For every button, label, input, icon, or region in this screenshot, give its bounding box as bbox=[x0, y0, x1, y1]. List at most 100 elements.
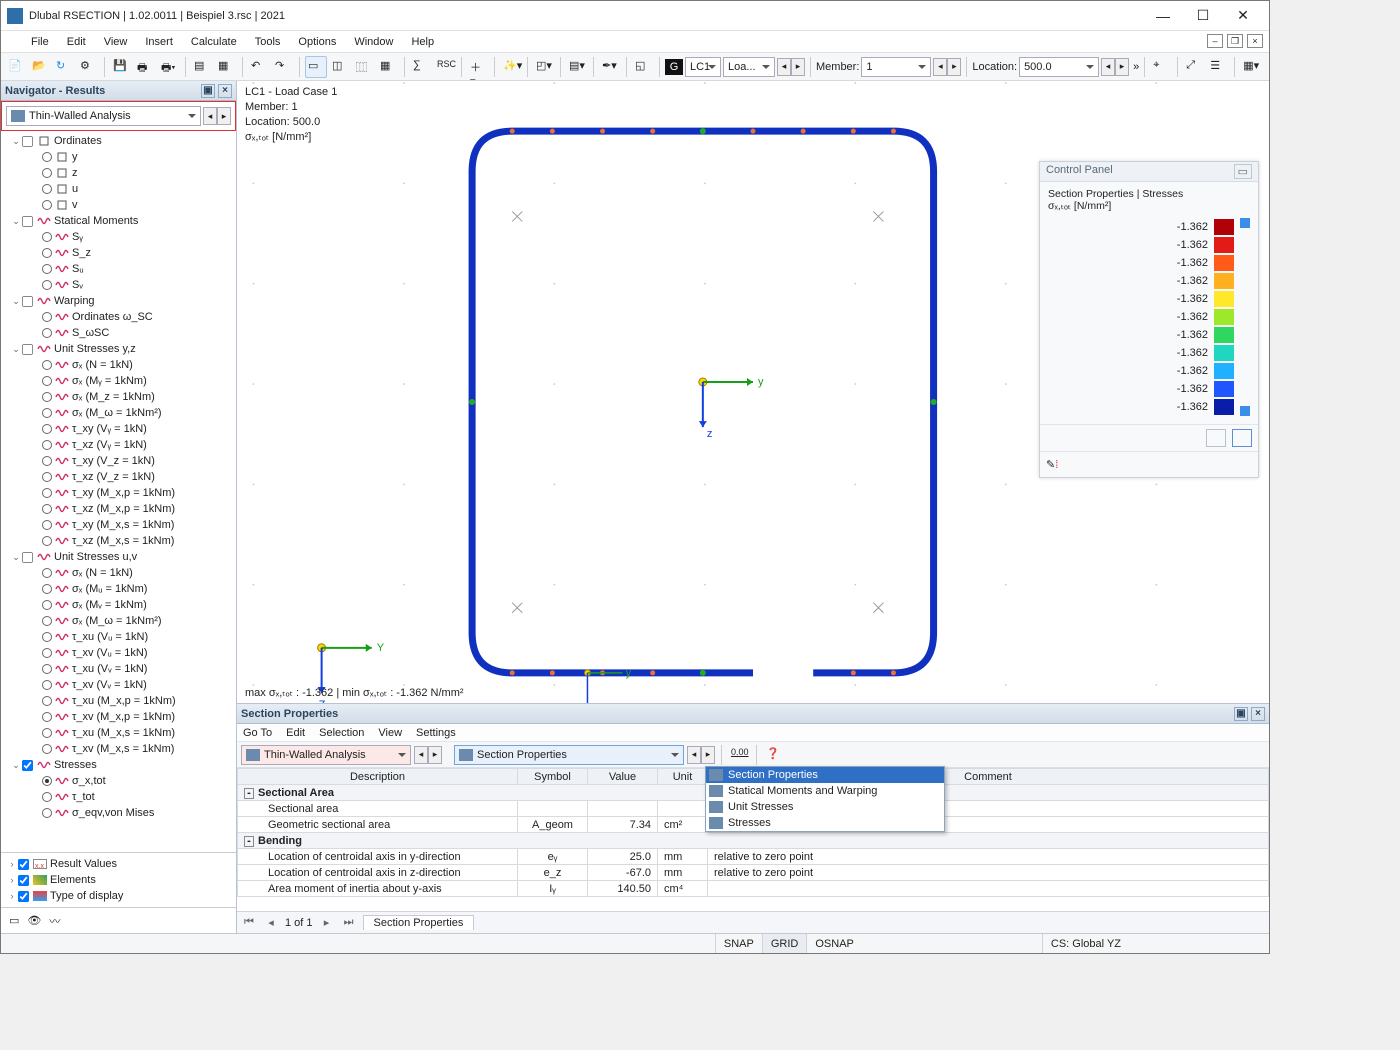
tree-leaf-label[interactable]: σₓ (N = 1kN) bbox=[72, 567, 133, 579]
props-left-next-icon[interactable]: ▸ bbox=[428, 746, 442, 764]
bottom-tree-label[interactable]: Type of display bbox=[50, 890, 123, 902]
tree-leaf-label[interactable]: σₓ (Mᵥ = 1kNm) bbox=[72, 599, 147, 611]
tree-leaf-radio[interactable] bbox=[42, 568, 52, 578]
tree-leaf-label[interactable]: u bbox=[72, 183, 78, 195]
table-row[interactable]: Area moment of inertia about y-axisIᵧ140… bbox=[238, 881, 1269, 897]
tree-leaf-radio[interactable] bbox=[42, 792, 52, 802]
tree-group-label[interactable]: Warping bbox=[54, 295, 95, 307]
tree-group-label[interactable]: Unit Stresses u,v bbox=[54, 551, 137, 563]
tree-leaf-label[interactable]: σₓ (Mᵤ = 1kNm) bbox=[72, 583, 147, 595]
location-combo[interactable]: 500.0 bbox=[1019, 57, 1099, 77]
tree-leaf-label[interactable]: σₓ (M_ω = 1kNm²) bbox=[72, 615, 162, 627]
props-precision-icon[interactable]: 0.00 bbox=[728, 744, 750, 766]
iso-icon[interactable]: ◱ bbox=[632, 56, 654, 78]
mdi-restore-icon[interactable]: ❐ bbox=[1227, 34, 1243, 48]
dropdown-item[interactable]: Statical Moments and Warping bbox=[706, 783, 944, 799]
new-file-icon[interactable]: 📄 bbox=[5, 56, 27, 78]
control-panel[interactable]: Control Panel▭ Section Properties | Stre… bbox=[1039, 161, 1259, 478]
props-left-combo[interactable]: Thin-Walled Analysis bbox=[241, 745, 411, 765]
tree-group-check[interactable] bbox=[22, 343, 33, 354]
props-left-prev-icon[interactable]: ◂ bbox=[414, 746, 428, 764]
tree-leaf-radio[interactable] bbox=[42, 664, 52, 674]
member-combo[interactable]: 1 bbox=[861, 57, 931, 77]
menu-options[interactable]: Options bbox=[290, 34, 344, 50]
tree-leaf-label[interactable]: S_z bbox=[72, 247, 91, 259]
menu-calculate[interactable]: Calculate bbox=[183, 34, 245, 50]
graph-icon[interactable]: 〰 bbox=[49, 913, 60, 929]
col-description[interactable]: Description bbox=[238, 769, 518, 785]
tree-leaf-label[interactable]: τ_xy (M_x,s = 1kNm) bbox=[72, 519, 174, 531]
member-next-icon[interactable]: ▸ bbox=[947, 58, 961, 76]
print-drop-icon[interactable]: 🖶▾ bbox=[158, 56, 180, 78]
menu-window[interactable]: Window bbox=[346, 34, 401, 50]
redo-icon[interactable]: ↷ bbox=[272, 56, 294, 78]
tree-group-check[interactable] bbox=[22, 215, 33, 226]
navigator-close-icon[interactable]: × bbox=[218, 84, 232, 98]
tree-group-label[interactable]: Unit Stresses y,z bbox=[54, 343, 136, 355]
props-help-icon[interactable]: ❓ bbox=[763, 744, 785, 766]
bottom-tree-label[interactable]: Elements bbox=[50, 874, 96, 886]
analysis-next-icon[interactable]: ▸ bbox=[217, 107, 231, 125]
tree-leaf-label[interactable]: Ordinates ω_SC bbox=[72, 311, 153, 323]
tree-leaf-label[interactable]: y bbox=[72, 151, 78, 163]
tree-leaf-label[interactable]: v bbox=[72, 199, 78, 211]
tree-leaf-radio[interactable] bbox=[42, 248, 52, 258]
loc-next-icon[interactable]: ▸ bbox=[1115, 58, 1129, 76]
lc-next-icon[interactable]: ▸ bbox=[791, 58, 805, 76]
analysis-prev-icon[interactable]: ◂ bbox=[203, 107, 217, 125]
props-menu-selection[interactable]: Selection bbox=[319, 727, 364, 739]
brush-icon[interactable]: ✒▾ bbox=[599, 56, 621, 78]
tree-leaf-radio[interactable] bbox=[42, 728, 52, 738]
tree-leaf-radio[interactable] bbox=[42, 264, 52, 274]
menu-bar[interactable]: File Edit View Insert Calculate Tools Op… bbox=[1, 31, 1269, 53]
legend-handle-top[interactable] bbox=[1240, 218, 1250, 228]
props-dropdown[interactable]: Section PropertiesStatical Moments and W… bbox=[705, 766, 945, 832]
props-menu-settings[interactable]: Settings bbox=[416, 727, 456, 739]
refresh-icon[interactable]: ↻ bbox=[53, 56, 75, 78]
tree-group-label[interactable]: Statical Moments bbox=[54, 215, 138, 227]
table-row[interactable]: Location of centroidal axis in y-directi… bbox=[238, 849, 1269, 865]
minimize-button[interactable]: — bbox=[1143, 2, 1183, 30]
status-grid[interactable]: GRID bbox=[762, 934, 807, 953]
props-pin-icon[interactable]: ▣ bbox=[1234, 707, 1248, 721]
mdi-close-icon[interactable]: × bbox=[1247, 34, 1263, 48]
visibility-icon[interactable]: 👁 bbox=[27, 914, 41, 927]
tree-leaf-label[interactable]: τ_xv (M_x,p = 1kNm) bbox=[72, 711, 175, 723]
menu-insert[interactable]: Insert bbox=[137, 34, 181, 50]
doc2-icon[interactable]: ▦ bbox=[215, 56, 237, 78]
misc2-icon[interactable]: ☰ bbox=[1207, 56, 1229, 78]
tree-leaf-radio[interactable] bbox=[42, 392, 52, 402]
loc-prev-icon[interactable]: ◂ bbox=[1101, 58, 1115, 76]
tree-leaf-radio[interactable] bbox=[42, 616, 52, 626]
dropdown-item[interactable]: Unit Stresses bbox=[706, 799, 944, 815]
tree-leaf-label[interactable]: z bbox=[72, 167, 78, 179]
calc-icon[interactable]: ∑ bbox=[410, 56, 432, 78]
tree-leaf-label[interactable]: τ_xu (M_x,p = 1kNm) bbox=[72, 695, 176, 707]
tab-first-icon[interactable]: ⏮ bbox=[241, 915, 257, 931]
tree-leaf-radio[interactable] bbox=[42, 680, 52, 690]
palette-icon[interactable]: ▦▾ bbox=[1240, 56, 1262, 78]
tree-leaf-radio[interactable] bbox=[42, 776, 52, 786]
tree-leaf-radio[interactable] bbox=[42, 648, 52, 658]
tree-leaf-radio[interactable] bbox=[42, 312, 52, 322]
col-value[interactable]: Value bbox=[588, 769, 658, 785]
tree-leaf-label[interactable]: τ_xy (M_x,p = 1kNm) bbox=[72, 487, 175, 499]
tree-leaf-label[interactable]: σₓ (N = 1kN) bbox=[72, 359, 133, 371]
view-mode-4-icon[interactable]: ▦ bbox=[377, 56, 399, 78]
tree-group-check[interactable] bbox=[22, 295, 33, 306]
tree-leaf-label[interactable]: σₓ (M_ω = 1kNm²) bbox=[72, 407, 162, 419]
gear-icon[interactable]: ⚙ bbox=[77, 56, 99, 78]
tree-leaf-label[interactable]: τ_tot bbox=[72, 791, 95, 803]
navigator-bottom-tree[interactable]: ›x.xResult Values›Elements›Type of displ… bbox=[1, 852, 236, 907]
cp-edit-icon[interactable]: ✎⁞ bbox=[1046, 459, 1058, 471]
tree-leaf-radio[interactable] bbox=[42, 152, 52, 162]
bottom-tree-check[interactable] bbox=[18, 890, 29, 901]
tree-leaf-label[interactable]: τ_xu (M_x,s = 1kNm) bbox=[72, 727, 175, 739]
tree-leaf-radio[interactable] bbox=[42, 472, 52, 482]
tree-leaf-radio[interactable] bbox=[42, 520, 52, 530]
target-icon[interactable]: ⌖ bbox=[1150, 56, 1172, 78]
tree-leaf-radio[interactable] bbox=[42, 376, 52, 386]
tree-leaf-radio[interactable] bbox=[42, 184, 52, 194]
tree-leaf-radio[interactable] bbox=[42, 744, 52, 754]
tree-group-check[interactable] bbox=[22, 551, 33, 562]
